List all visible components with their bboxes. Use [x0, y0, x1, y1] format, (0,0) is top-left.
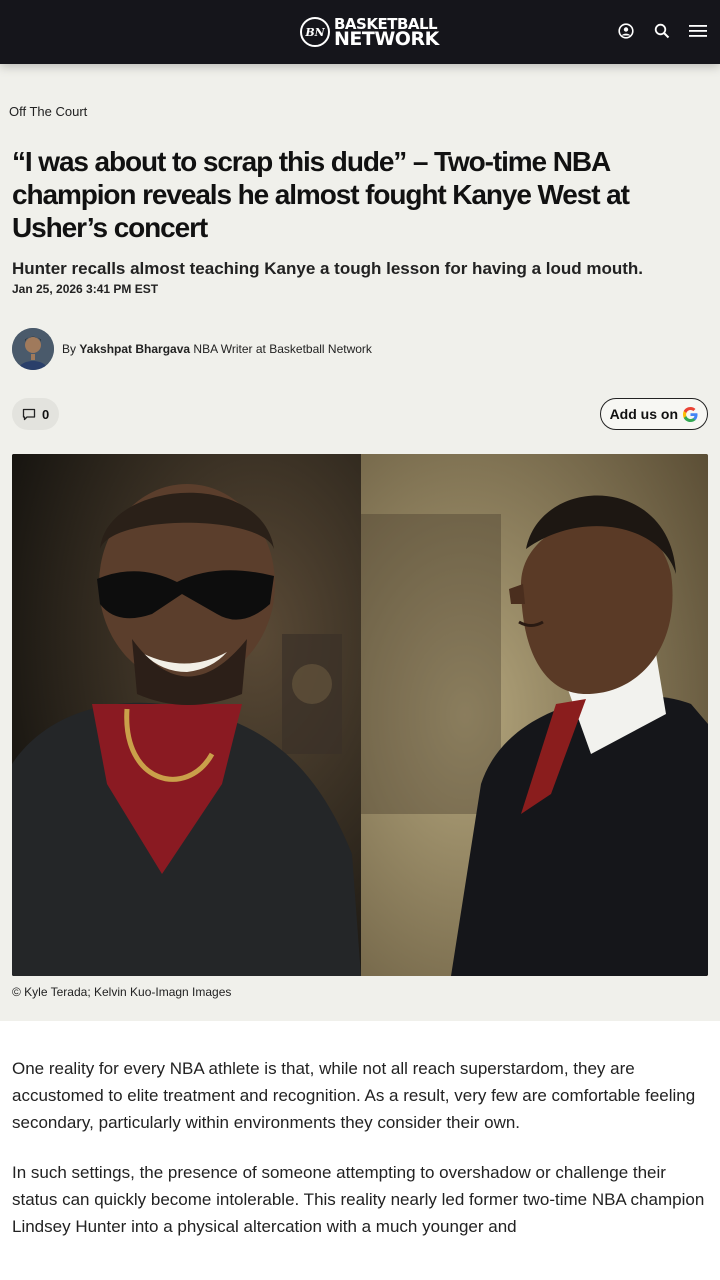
add-us-on-google-button[interactable]: Add us on: [599, 398, 708, 430]
hero-image: [12, 454, 708, 976]
add-us-label: Add us on: [609, 406, 678, 422]
menu-icon[interactable]: [688, 20, 708, 42]
comment-icon: [22, 408, 36, 420]
site-logo[interactable]: BN BASKETBALL NETWORK: [300, 12, 439, 52]
comments-button[interactable]: 0: [12, 398, 60, 430]
article-paragraph-2: In such settings, the presence of someon…: [12, 1163, 705, 1236]
image-caption: © Kyle Terada; Kelvin Kuo-Imagn Images: [12, 985, 232, 999]
category-link[interactable]: Off The Court: [9, 64, 708, 119]
author-name[interactable]: Yakshpat Bhargava: [79, 342, 190, 356]
author-byline: By Yakshpat Bhargava NBA Writer at Baske…: [12, 328, 708, 370]
top-navigation-bar: BN BASKETBALL NETWORK: [0, 0, 720, 64]
search-icon[interactable]: [652, 20, 672, 42]
header-icons: [616, 20, 708, 42]
google-icon: [683, 406, 698, 422]
publish-date: Jan 25, 2026 3:41 PM EST: [12, 282, 159, 296]
author-title: NBA Writer at Basketball Network: [193, 342, 372, 356]
logo-wordmark: BASKETBALL NETWORK: [334, 17, 439, 50]
logo-mark: BN: [300, 17, 330, 47]
comments-count: 0: [42, 406, 50, 422]
article-paragraph-1: One reality for every NBA athlete is tha…: [12, 1059, 696, 1132]
user-icon[interactable]: [616, 20, 636, 42]
article-headline: “I was about to scrap this dude” – Two-t…: [12, 146, 630, 243]
hero-image-left-kanye: [12, 454, 361, 976]
author-avatar[interactable]: [12, 328, 54, 370]
article-subheadline: Hunter recalls almost teaching Kanye a t…: [12, 259, 643, 278]
logo-line-2: NETWORK: [334, 28, 439, 50]
article-header: Off The Court “I was about to scrap this…: [0, 64, 720, 1021]
author-by: By: [62, 342, 77, 356]
article-body: One reality for every NBA athlete is tha…: [0, 1021, 720, 1240]
article-actions: 0 Add us on: [12, 398, 708, 430]
author-text: By Yakshpat Bhargava NBA Writer at Baske…: [62, 342, 372, 356]
hero-image-right-hunter: [361, 454, 708, 976]
